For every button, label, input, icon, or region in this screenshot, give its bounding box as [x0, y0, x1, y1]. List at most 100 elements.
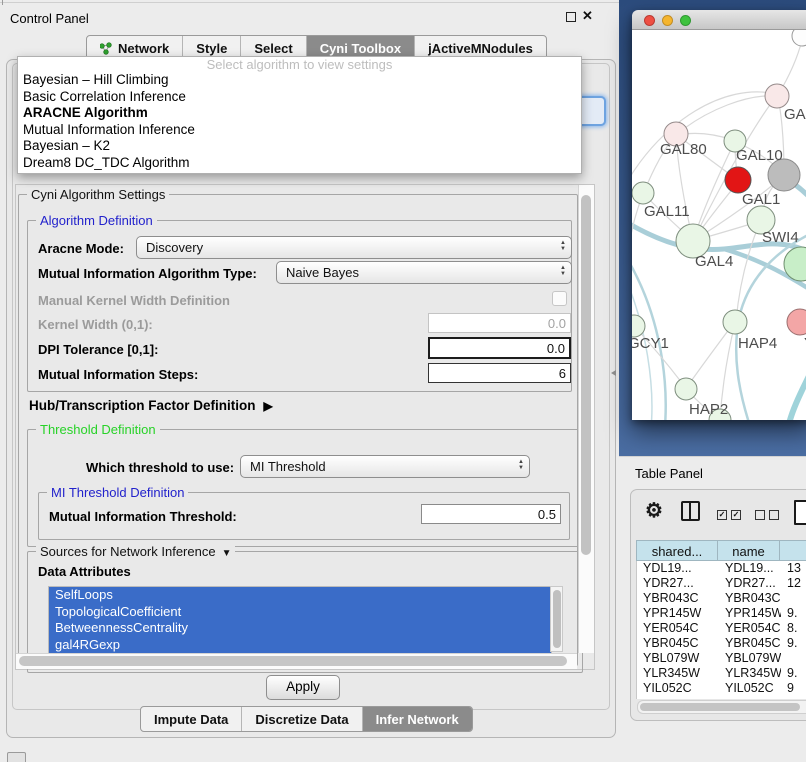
float-window-icon[interactable] [566, 12, 576, 22]
close-traffic-light-icon[interactable] [644, 15, 655, 26]
table-row[interactable]: YER054CYER054C8. [637, 621, 806, 636]
tab-label: jActiveMNodules [428, 41, 533, 56]
mi-threshold-group: MI Threshold Definition Mutual Informati… [38, 492, 570, 540]
network-node-hap2[interactable] [675, 378, 697, 400]
column-header[interactable]: name [718, 540, 780, 561]
attribute-list-item[interactable]: BetweennessCentrality [49, 620, 551, 637]
show-columns-icon[interactable] [681, 501, 700, 521]
panel-resize-grabber-icon[interactable] [611, 370, 616, 376]
dpi-tolerance-field[interactable]: 0.0 [428, 337, 571, 359]
network-canvas[interactable]: GALGAL80GAL10GAL11GAL1SWI4GAL4GCY1HAP4YH… [632, 30, 806, 420]
table-row[interactable]: YIL052CYIL052C9 [637, 681, 806, 696]
close-icon[interactable]: ✕ [582, 8, 593, 24]
table-row[interactable]: YLR345WYLR345W9. [637, 666, 806, 681]
tab-label: Cyni Toolbox [320, 41, 401, 56]
table-cell [781, 591, 806, 606]
network-node-hap4[interactable] [723, 310, 747, 334]
network-window-titlebar[interactable] [632, 10, 806, 30]
export-table-icon[interactable] [794, 500, 806, 525]
node-label: GAL1 [742, 191, 780, 208]
select-all-checkboxes-icon[interactable]: ✓✓ [717, 510, 741, 520]
table-panel-title: Table Panel [635, 466, 703, 481]
table-row[interactable]: YDR27...YDR27...12 [637, 576, 806, 591]
tab-label: Style [196, 41, 227, 56]
attributes-scrollbar[interactable] [550, 586, 563, 652]
which-threshold-select[interactable]: MI Threshold ▲▼ [240, 455, 530, 478]
control-panel-title: Control Panel [10, 11, 89, 26]
algorithm-dropdown-popup: Select algorithm to view settings Bayesi… [17, 56, 582, 174]
kernel-width-field[interactable]: 0.0 [428, 313, 571, 333]
stepper-icon: ▲▼ [518, 459, 524, 471]
network-edge [736, 222, 760, 321]
network-node-red-node[interactable] [725, 167, 751, 193]
network-node-pink-right[interactable] [787, 309, 806, 335]
group-title: MI Threshold Definition [47, 485, 188, 500]
which-threshold-label: Which threshold to use: [86, 460, 234, 475]
network-edge [677, 96, 776, 134]
tab-discretize-data[interactable]: Discretize Data [241, 707, 361, 731]
network-node-gal-pink[interactable] [765, 84, 789, 108]
deselect-all-checkboxes-icon[interactable] [755, 510, 779, 520]
manual-kernel-checkbox[interactable] [552, 291, 567, 306]
collapsed-panel-icon[interactable] [7, 752, 26, 762]
table-row[interactable]: YPR145WYPR145W9. [637, 606, 806, 621]
table-settings-gear-icon[interactable]: ⚙ [645, 498, 663, 523]
table-cell: YIL052C [637, 681, 719, 696]
column-header[interactable]: shared... [636, 540, 718, 561]
apply-button[interactable]: Apply [266, 675, 340, 700]
mi-type-select[interactable]: Naive Bayes ▲▼ [276, 261, 572, 284]
node-label: HAP4 [738, 335, 777, 352]
sources-toggle[interactable]: Sources for Network Inference▼ [36, 544, 235, 559]
network-node-gal11[interactable] [632, 182, 654, 204]
tab-impute-data[interactable]: Impute Data [141, 707, 241, 731]
table-row[interactable]: YBR043CYBR043C [637, 591, 806, 606]
dpi-tolerance-label: DPI Tolerance [0,1]: [38, 342, 158, 357]
tab-label: Select [254, 41, 292, 56]
tab-label: Network [118, 41, 169, 56]
zoom-traffic-light-icon[interactable] [680, 15, 691, 26]
network-node-top-partial[interactable] [792, 30, 806, 46]
mi-steps-field[interactable]: 6 [428, 363, 571, 383]
group-title: Cyni Algorithm Settings [27, 187, 169, 202]
attribute-list-item[interactable]: TopologicalCoefficient [49, 604, 551, 621]
table-cell: 9. [781, 666, 806, 681]
algorithm-option[interactable]: ARACNE Algorithm [18, 105, 581, 122]
network-view-window[interactable]: GALGAL80GAL10GAL11GAL1SWI4GAL4GCY1HAP4YH… [632, 10, 806, 420]
hub-definition-toggle[interactable]: Hub/Transcription Factor Definition▶ [29, 398, 273, 413]
table-cell: YBR045C [719, 636, 781, 651]
network-edge [687, 324, 733, 387]
table-panel-divider [619, 456, 806, 457]
node-label: GAL11 [644, 203, 690, 220]
tab-label: Infer Network [376, 712, 459, 727]
mi-threshold-field[interactable]: 0.5 [421, 504, 561, 524]
algorithm-option[interactable]: Dream8 DC_TDC Algorithm [18, 155, 581, 172]
node-label: HAP2 [689, 401, 728, 418]
algorithm-option[interactable]: Bayesian – K2 [18, 138, 581, 155]
threshold-definition-group: Threshold Definition Which threshold to … [27, 429, 579, 547]
settings-vertical-scrollbar[interactable] [578, 185, 594, 653]
attribute-list-item[interactable]: gal4RGexp [49, 637, 551, 654]
algorithm-option[interactable]: Basic Correlation Inference [18, 89, 581, 106]
algorithm-option[interactable]: Bayesian – Hill Climbing [18, 72, 581, 89]
column-header[interactable] [780, 540, 806, 561]
table-row[interactable]: YDL19...YDL19...13 [637, 561, 806, 576]
tab-infer-network[interactable]: Infer Network [362, 707, 472, 731]
table-row[interactable]: YBL079WYBL079W [637, 651, 806, 666]
minimize-traffic-light-icon[interactable] [662, 15, 673, 26]
table-row[interactable]: YBR045CYBR045C9. [637, 636, 806, 651]
dropdown-placeholder: Select algorithm to view settings [18, 57, 581, 72]
table-cell: YDR27... [719, 576, 781, 591]
table-horizontal-scrollbar[interactable] [637, 700, 806, 714]
algorithm-definition-group: Algorithm Definition Aracne Mode: Discov… [27, 220, 572, 392]
node-label: SWI4 [762, 229, 799, 246]
data-attributes-label: Data Attributes [38, 564, 131, 579]
algorithm-option[interactable]: Mutual Information Inference [18, 122, 581, 139]
settings-horizontal-scrollbar[interactable] [16, 653, 577, 669]
table-panel-body: ⚙ ✓✓ shared...name YDL19...YDL19...13YDR… [630, 489, 806, 721]
table-cell: YLR345W [637, 666, 719, 681]
attribute-list-item[interactable]: SelfLoops [49, 587, 551, 604]
data-attributes-list[interactable]: SelfLoopsTopologicalCoefficientBetweenne… [48, 586, 552, 654]
table-cell: YBR043C [719, 591, 781, 606]
aracne-mode-select[interactable]: Discovery ▲▼ [136, 236, 572, 259]
table-cell: YBL079W [637, 651, 719, 666]
